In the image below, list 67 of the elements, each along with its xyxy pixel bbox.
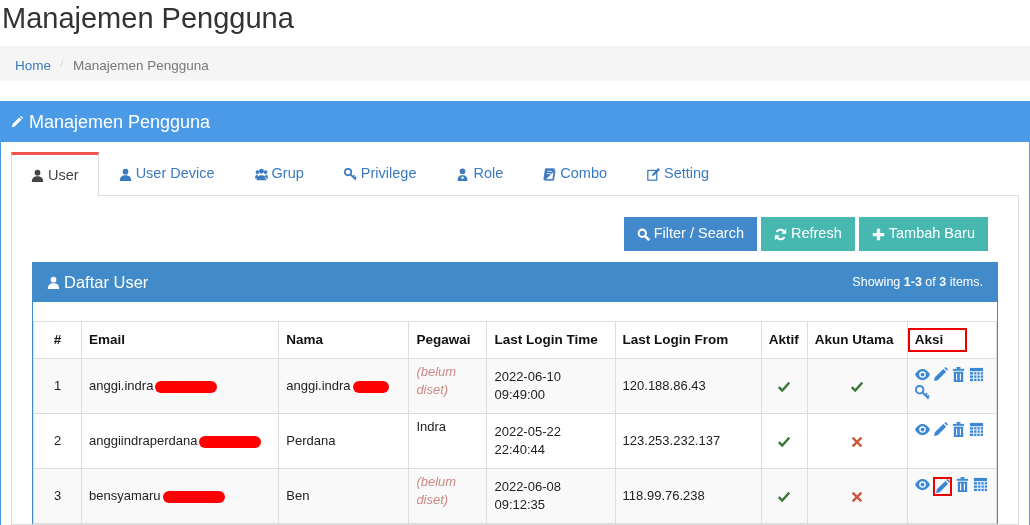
- column-header: Nama: [286, 331, 324, 347]
- refresh-button[interactable]: Refresh: [760, 217, 855, 251]
- employee-text: (belum diset): [416, 473, 458, 509]
- items-summary: Showing 1-3 of 3 items.: [852, 273, 983, 291]
- login-ip: 120.188.86.43: [622, 378, 706, 394]
- tab[interactable]: Setting: [627, 152, 730, 195]
- view-icon[interactable]: [914, 422, 930, 437]
- tab[interactable]: Role: [436, 152, 524, 195]
- column-header: Last Login Time: [494, 331, 598, 347]
- tab[interactable]: Privilege: [323, 152, 437, 195]
- column-header: Email: [89, 331, 126, 347]
- name-text: anggi.indra: [286, 378, 351, 394]
- table-icon[interactable]: [968, 367, 984, 382]
- delete-icon[interactable]: [954, 477, 970, 492]
- row-number: 2: [53, 433, 62, 449]
- column-header: Akun Utama: [814, 331, 894, 347]
- employee-text: (belum diset): [416, 363, 458, 399]
- filter-search-button[interactable]: Filter / Search: [623, 217, 757, 251]
- search-icon: [636, 227, 650, 241]
- table-icon[interactable]: [972, 477, 988, 492]
- users-icon: [254, 167, 268, 181]
- login-ip: 118.99.76.238: [622, 488, 705, 504]
- login-time: 2022-06-10 09:49:00: [494, 368, 562, 404]
- edit-icon[interactable]: [932, 422, 948, 437]
- row-number: 1: [53, 378, 62, 394]
- column-header: Pegawai: [416, 331, 471, 347]
- delete-icon[interactable]: [950, 367, 966, 382]
- list-title: Daftar User: [64, 271, 149, 293]
- view-icon[interactable]: [914, 477, 930, 492]
- page-title: Manajemen Pengguna: [1, 1, 295, 36]
- tab[interactable]: Combo: [523, 152, 628, 195]
- column-header: #: [53, 331, 62, 347]
- login-time: 2022-06-08 09:12:35: [494, 478, 562, 514]
- pencil-icon: [11, 116, 23, 128]
- row-number: 3: [53, 488, 62, 504]
- tab[interactable]: Grup: [234, 152, 324, 195]
- tab[interactable]: User: [11, 152, 99, 196]
- refresh-icon: [773, 227, 787, 241]
- key-icon: [343, 167, 357, 181]
- email-text: anggi.indra: [89, 378, 154, 394]
- book-icon: [543, 167, 557, 181]
- user-role-icon: [456, 167, 470, 181]
- add-button[interactable]: Tambah Baru: [858, 217, 988, 251]
- breadcrumb-link[interactable]: Home: [15, 56, 51, 71]
- email-text: bensyamaru: [89, 488, 161, 504]
- tab[interactable]: User Device: [98, 152, 235, 195]
- delete-icon[interactable]: [950, 422, 966, 437]
- edit-icon[interactable]: [932, 367, 948, 382]
- column-header: Last Login From: [622, 331, 729, 347]
- column-header: Aksi: [907, 327, 968, 353]
- employee-text: Indra: [416, 418, 447, 436]
- name-text: Ben: [286, 488, 310, 504]
- email-text: anggiindraperdana: [89, 433, 198, 449]
- view-icon[interactable]: [914, 367, 930, 382]
- column-header: Aktif: [768, 331, 799, 347]
- table-icon[interactable]: [968, 422, 984, 437]
- login-ip: 123.253.232.137: [622, 433, 721, 449]
- key-icon[interactable]: [914, 385, 930, 400]
- edit-icon: [647, 167, 661, 181]
- user-icon: [118, 167, 132, 181]
- panel-title: Manajemen Pengguna: [29, 110, 211, 134]
- name-text: Perdana: [286, 433, 336, 449]
- user-icon: [31, 169, 44, 182]
- plus-icon: [871, 227, 885, 241]
- breadcrumb-current: Manajemen Pengguna: [73, 57, 209, 71]
- login-time: 2022-05-22 22:40:44: [494, 423, 562, 459]
- user-icon: [47, 275, 60, 289]
